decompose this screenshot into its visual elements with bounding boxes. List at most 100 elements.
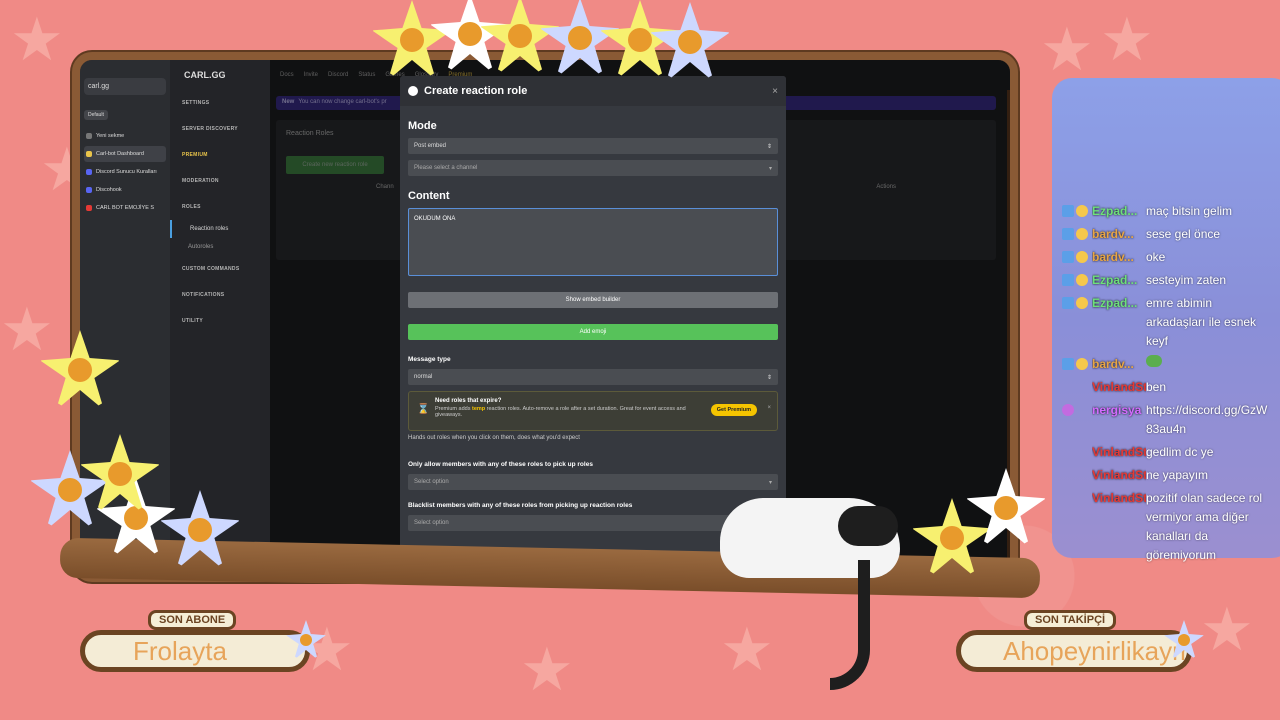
star-decoration: ★	[520, 636, 574, 703]
chat-message: bardv... oke	[1062, 248, 1280, 267]
nav-moderation[interactable]: MODERATION	[170, 168, 270, 194]
nav-roles[interactable]: ROLES	[170, 194, 270, 220]
badge-spacer	[1062, 446, 1074, 458]
frog-emote-icon	[1146, 355, 1162, 367]
chat-text: sese gel önce	[1146, 227, 1221, 241]
last-subscriber-plaque: Frolayta	[80, 630, 310, 672]
blacklist-roles-label: Blacklist members with any of these role…	[408, 502, 633, 509]
nav-notifications[interactable]: NOTIFICATIONS	[170, 282, 270, 308]
daffodil-decoration	[80, 434, 160, 514]
chat-username[interactable]: Ezpad...	[1092, 271, 1146, 290]
nav-reaction-roles[interactable]: Reaction roles	[170, 220, 270, 238]
chat-username[interactable]: VinlandSto...	[1092, 466, 1146, 485]
plus-icon	[86, 133, 92, 139]
star-decoration: ★	[1040, 16, 1094, 83]
chevron-down-icon: ▾	[768, 165, 772, 172]
chat-username[interactable]: Ezpad...	[1092, 202, 1146, 221]
premium-upsell: ⌛ Need roles that expire? Premium adds t…	[408, 391, 778, 431]
mic-icon	[1062, 404, 1074, 416]
nav-custom-commands[interactable]: CUSTOM COMMANDS	[170, 256, 270, 282]
chat-username[interactable]: bardv...	[1092, 248, 1146, 267]
carl-logo[interactable]: CARL.GG	[184, 70, 226, 80]
show-embed-builder-button[interactable]: Show embed builder	[408, 292, 778, 308]
add-emoji-button[interactable]: Add emoji	[408, 324, 778, 340]
modal-title: Create reaction role	[424, 85, 528, 97]
channel-select[interactable]: Please select a channel ▾	[408, 160, 778, 176]
premium-text-highlight: temp	[472, 406, 486, 412]
chat-message: Ezpad... maç bitsin gelim	[1062, 202, 1280, 221]
badge-icon	[1062, 251, 1074, 263]
chat-text: maç bitsin gelim	[1146, 204, 1233, 218]
tab-carl-bot-dashboard[interactable]: Carl-bot Dashboard	[84, 146, 166, 162]
tab-discohook[interactable]: Discohook	[84, 182, 166, 198]
nav-utility[interactable]: UTILITY	[170, 308, 270, 334]
create-reaction-role-modal: Create reaction role × Mode Post embed ⇕ …	[400, 76, 786, 562]
chat-text: sesteyim zaten	[1146, 273, 1227, 287]
chevron-down-icon: ▾	[768, 479, 772, 486]
chat-username[interactable]: VinlandSto...	[1092, 378, 1146, 397]
chat-message: bardv...	[1062, 355, 1280, 374]
message-type-label: Message type	[408, 356, 451, 363]
content-heading: Content	[408, 190, 450, 202]
moderator-gear-icon	[1076, 205, 1088, 217]
cat-tail-decoration	[830, 560, 870, 690]
badge-spacer	[1062, 492, 1074, 504]
chat-badges	[1062, 271, 1092, 290]
chat-text: pozitif olan sadece rol vermiyor ama diğ…	[1146, 491, 1263, 562]
close-icon[interactable]: ×	[767, 405, 771, 411]
tab-label: Discohook	[96, 187, 122, 193]
nav-settings[interactable]: SETTINGS	[170, 90, 270, 116]
moderator-gear-icon	[1076, 358, 1088, 370]
tab-youtube-carl-bot[interactable]: CARL BOT EMOJİYE S	[84, 200, 166, 216]
chat-text: https://discord.gg/GzW83au4n	[1146, 403, 1268, 436]
mode-heading: Mode	[408, 120, 437, 132]
chat-username[interactable]: bardv...	[1092, 225, 1146, 244]
tab-search-input[interactable]: carl.gg	[84, 78, 166, 95]
chat-message: VinlandSto...pozitif olan sadece rol ver…	[1062, 489, 1280, 565]
modal-body: Mode Post embed ⇕ Please select a channel…	[400, 106, 786, 543]
chat-username[interactable]: Ezpad...	[1092, 294, 1146, 351]
chat-badges	[1062, 489, 1092, 565]
chat-badges	[1062, 248, 1092, 267]
chat-badges	[1062, 225, 1092, 244]
tab-label: Carl-bot Dashboard	[96, 151, 144, 157]
last-follower-tag: SON TAKİPÇİ	[1024, 610, 1117, 630]
chat-username[interactable]: nergisya	[1092, 401, 1146, 439]
chat-badges	[1062, 443, 1092, 462]
allow-roles-label: Only allow members with any of these rol…	[408, 461, 593, 468]
last-follower-plaque: Ahopeynirlikaymak	[956, 630, 1192, 672]
message-type-select[interactable]: normal ⇕	[408, 369, 778, 385]
chat-badges	[1062, 355, 1092, 374]
close-icon[interactable]: ×	[772, 86, 778, 97]
allow-roles-select[interactable]: Select option ▾	[408, 474, 778, 490]
cat-patch-decoration	[838, 506, 898, 546]
star-decoration: ★	[720, 616, 774, 683]
allow-roles-placeholder: Select option	[414, 479, 449, 485]
chat-badges	[1062, 378, 1092, 397]
hourglass-icon: ⌛	[417, 404, 430, 415]
chat-text: oke	[1146, 250, 1166, 264]
profile-default-badge: Default	[84, 110, 108, 120]
nav-server-discovery[interactable]: SERVER DISCOVERY	[170, 116, 270, 142]
content-textarea[interactable]: OKUDUM ONA	[408, 208, 778, 276]
chat-username[interactable]: bardv...	[1092, 355, 1146, 374]
tab-discord-rules[interactable]: Discord Sunucu Kuralları	[84, 164, 166, 180]
daffodil-decoration	[1164, 620, 1204, 660]
tab-new[interactable]: Yeni sekme	[84, 128, 166, 144]
nav-premium[interactable]: PREMIUM	[170, 142, 270, 168]
badge-icon	[1062, 274, 1074, 286]
nav-autoroles[interactable]: Autoroles	[170, 238, 270, 256]
chat-text: emre abimin arkadaşları ile esnek keyf	[1146, 296, 1257, 348]
chat-message: VinlandSto...gedlim dc ye	[1062, 443, 1280, 462]
chat-message: Ezpad... emre abimin arkadaşları ile esne…	[1062, 294, 1280, 351]
moderator-gear-icon	[1076, 297, 1088, 309]
chat-username[interactable]: VinlandSto...	[1092, 443, 1146, 462]
chat-username[interactable]: VinlandSto...	[1092, 489, 1146, 565]
get-premium-button[interactable]: Get Premium	[710, 404, 757, 416]
daffodil-decoration	[650, 2, 730, 82]
smile-icon	[408, 86, 418, 96]
badge-spacer	[1062, 469, 1074, 481]
tab-label: Discord Sunucu Kuralları	[96, 169, 157, 175]
message-type-value: normal	[414, 374, 433, 380]
mode-select[interactable]: Post embed ⇕	[408, 138, 778, 154]
